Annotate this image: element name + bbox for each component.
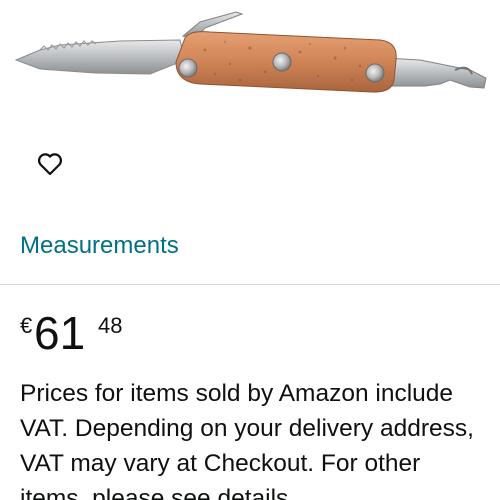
measurements-link[interactable]: Measurements [20, 232, 179, 260]
product-detail-page: Measurements € 61 48 Prices for items so… [0, 0, 500, 500]
vat-note: Prices for items sold by Amazon include … [20, 380, 474, 500]
price-whole: 61 [34, 307, 86, 359]
price-fraction: 48 [98, 313, 123, 338]
heart-outline-icon[interactable] [35, 148, 65, 178]
section-divider [0, 284, 500, 285]
product-image[interactable] [0, 0, 500, 120]
price-currency-symbol: € [20, 313, 33, 338]
